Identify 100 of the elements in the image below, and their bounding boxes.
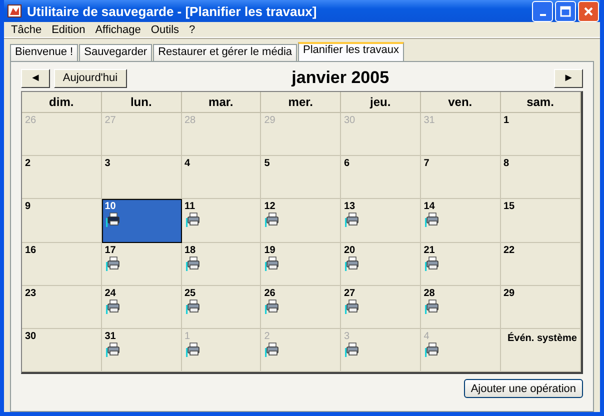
printer-icon [344,298,360,314]
day-number: 27 [344,288,356,299]
close-button[interactable] [578,0,599,22]
printer-icon [424,298,440,314]
day-number: 19 [264,244,276,256]
printer-icon [104,212,121,228]
tab[interactable]: Bienvenue ! [10,44,78,61]
printer-icon [184,256,200,270]
printer-icon [344,342,360,357]
day-number: 17 [104,244,116,256]
day-cell[interactable]: 16 [22,242,102,286]
day-number: 31 [104,330,116,342]
minimize-button[interactable] [532,0,553,22]
day-number: 24 [104,288,116,299]
day-number: 26 [25,115,36,126]
menu-item[interactable]: ? [184,24,200,36]
day-cell[interactable]: 18 [182,242,262,286]
printer-icon [104,256,121,270]
day-number: 29 [504,288,515,299]
today-button[interactable]: Aujourd'hui [54,68,127,88]
tab[interactable]: Planifier les travaux [298,42,404,61]
weekday-header: lun. [102,92,182,113]
day-number: 22 [504,244,515,256]
day-cell[interactable]: 20 [341,242,421,286]
day-cell[interactable]: 26 [261,286,341,329]
day-cell[interactable]: 6 [341,156,421,200]
day-number: 4 [184,158,190,170]
day-cell[interactable]: 17 [102,242,182,286]
day-number: 29 [264,115,276,126]
add-operation-button[interactable]: Ajouter une opération [464,379,583,398]
day-number: 6 [344,158,350,170]
day-number: 2 [25,158,31,170]
day-cell[interactable]: 5 [261,156,341,200]
day-cell[interactable]: 4 [182,156,262,200]
day-number: 4 [424,330,430,342]
day-number: 2 [264,330,270,342]
day-cell[interactable]: 15 [500,199,581,242]
printer-icon [424,342,440,357]
day-number: 18 [184,244,196,256]
printer-icon [184,342,200,357]
day-number: 31 [424,115,435,126]
day-cell[interactable]: 7 [420,156,500,200]
printer-icon [344,212,360,228]
menu-item[interactable]: Outils [146,24,184,36]
day-number: 27 [104,115,116,126]
weekday-header: mar. [182,92,262,113]
weekday-header: mer. [261,92,341,113]
day-cell[interactable]: 2 [22,156,102,200]
tab[interactable]: Restaurer et gérer le média [153,44,298,61]
close-icon [583,6,594,16]
day-number: 13 [344,201,356,212]
system-event-label: Évén. système [508,332,577,344]
printer-icon [424,212,440,228]
day-cell[interactable]: 30 [22,328,102,372]
day-number: 16 [25,244,36,256]
month-title: janvier 2005 [290,68,390,88]
menu-item[interactable]: Edition [46,24,90,36]
day-number: 3 [344,330,350,342]
day-number: 21 [424,244,435,256]
day-cell[interactable]: 8 [500,156,581,200]
day-cell[interactable]: 29 [500,286,581,329]
menu-item[interactable]: Affichage [90,24,146,36]
minimize-icon [540,14,546,16]
next-month-button[interactable]: ► [554,68,583,88]
day-number: 1 [504,115,510,126]
day-cell[interactable]: 1 [500,113,581,156]
day-cell[interactable]: 10 [102,199,182,242]
tab[interactable]: Sauvegarder [79,44,152,61]
weekday-header: ven. [420,92,500,113]
day-number: 5 [264,158,270,170]
day-cell[interactable]: 11 [182,199,262,242]
printer-icon [104,298,121,314]
day-cell[interactable]: 27 [341,286,421,329]
day-number: 14 [424,201,435,212]
printer-icon [184,298,200,314]
day-cell[interactable]: 23 [22,286,102,329]
day-cell[interactable]: 28 [420,286,500,329]
app-icon [7,3,23,19]
maximize-icon [560,6,571,16]
day-number: 10 [104,201,116,212]
printer-icon [264,212,280,228]
menu-item[interactable]: Tâche [6,24,47,36]
day-cell[interactable]: 21 [420,242,500,286]
day-cell[interactable]: 22 [500,242,581,286]
day-cell[interactable]: 25 [182,286,262,329]
day-cell[interactable]: 31 [102,328,182,372]
day-number: 20 [344,244,356,256]
maximize-button[interactable] [555,0,576,22]
day-number: 30 [25,330,36,342]
day-cell[interactable]: 24 [102,286,182,329]
day-cell[interactable]: 12 [261,199,341,242]
day-cell[interactable]: 19 [261,242,341,286]
printer-icon [424,256,440,270]
previous-month-button[interactable]: ◄ [21,68,50,88]
day-cell[interactable]: 14 [420,199,500,242]
printer-icon [184,212,200,228]
day-number: 7 [424,158,430,170]
day-cell[interactable]: 13 [341,199,421,242]
day-number: 15 [504,201,515,212]
weekday-header: dim. [22,92,102,113]
